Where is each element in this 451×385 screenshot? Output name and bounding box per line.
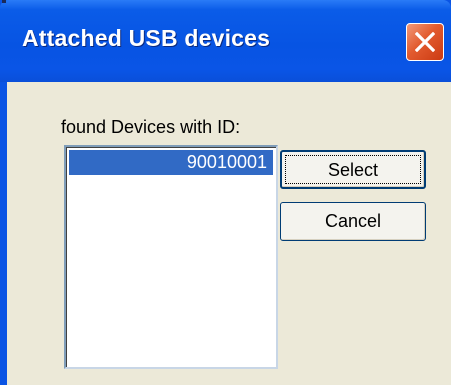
title-bar[interactable]: Attached USB devices (0, 0, 451, 82)
dialog-body: found Devices with ID: 90010001 Select C… (7, 82, 451, 385)
found-devices-label: found Devices with ID: (61, 117, 241, 137)
select-button[interactable]: Select (280, 150, 426, 189)
device-list-item[interactable]: 90010001 (69, 150, 273, 175)
close-icon (415, 32, 435, 52)
window-corner (2, 0, 6, 3)
close-button[interactable] (406, 23, 444, 61)
cancel-button-label: Cancel (324, 211, 382, 231)
device-listbox[interactable]: 90010001 (64, 145, 278, 369)
window-title: Attached USB devices (22, 25, 271, 51)
focus-rect (285, 155, 421, 184)
cancel-button[interactable]: Cancel (280, 202, 426, 241)
dialog-window: Attached USB devices found Devices with … (0, 0, 451, 385)
